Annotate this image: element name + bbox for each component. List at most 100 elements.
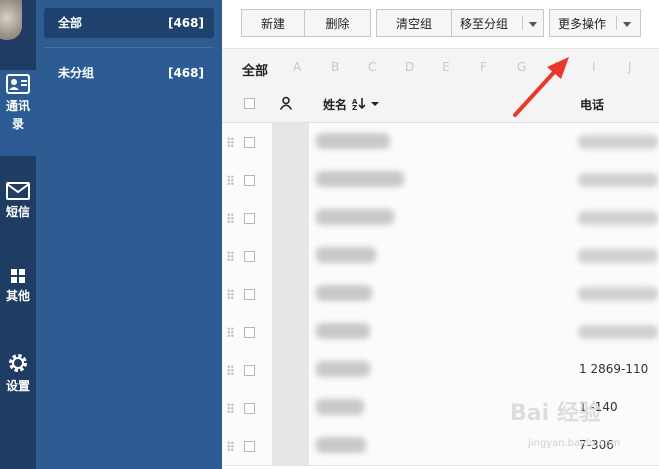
alpha-letter[interactable]: J — [628, 60, 632, 74]
nav-sms-label: 短信 — [5, 205, 30, 219]
contact-avatar — [272, 351, 309, 389]
redacted-name — [316, 247, 376, 263]
toolbar: 新建 删除 清空组 移至分组 更多操作 — [222, 0, 659, 48]
redacted-name — [316, 399, 364, 415]
group-panel: 全部 [468] 未分组 [468] — [36, 0, 222, 469]
watermark-logo: Bai 经验 — [510, 401, 601, 426]
nav-settings-label: 设置 — [5, 379, 30, 393]
redacted-name — [316, 171, 404, 187]
nav-contacts[interactable]: 通讯录 — [0, 70, 36, 156]
drag-handle-icon[interactable] — [227, 175, 234, 185]
alphabet-filter-bar: 全部 A B C D E F G H I J — [222, 48, 659, 87]
nav-settings[interactable]: 设置 — [0, 352, 36, 395]
move-to-group-label: 移至分组 — [460, 17, 509, 31]
contact-avatar — [272, 123, 309, 161]
contact-avatar — [272, 313, 309, 351]
contact-row[interactable] — [222, 237, 659, 276]
address-book-icon — [6, 74, 30, 94]
user-avatar[interactable] — [0, 0, 22, 40]
redacted-name — [316, 437, 366, 453]
alpha-letter[interactable]: E — [442, 60, 450, 74]
nav-other-label: 其他 — [5, 289, 30, 303]
alpha-letter[interactable]: A — [293, 60, 301, 74]
dropdown-divider — [616, 16, 617, 30]
redacted-phone — [578, 211, 658, 225]
redacted-phone — [578, 325, 658, 339]
alpha-filter-all[interactable]: 全部 — [242, 60, 268, 79]
watermark-url: jingyan.baidu.com — [528, 438, 621, 449]
clear-group-button[interactable]: 清空组 — [376, 9, 452, 37]
drag-handle-icon[interactable] — [227, 251, 234, 261]
name-column-header[interactable]: 姓名 — [323, 96, 347, 113]
group-divider — [44, 47, 214, 48]
phone-column-header[interactable]: 电话 — [580, 96, 604, 113]
redacted-name — [316, 323, 370, 339]
group-item-ungrouped[interactable]: 未分组 [468] — [44, 58, 214, 88]
grid-icon — [11, 269, 25, 283]
delete-button[interactable]: 删除 — [305, 9, 371, 37]
redacted-phone — [578, 249, 658, 263]
group-item-all[interactable]: 全部 [468] — [44, 8, 214, 38]
row-checkbox[interactable] — [244, 251, 255, 262]
drag-handle-icon[interactable] — [227, 213, 234, 223]
alpha-letter[interactable]: C — [368, 60, 376, 74]
row-checkbox[interactable] — [244, 175, 255, 186]
row-checkbox[interactable] — [244, 289, 255, 300]
contact-avatar — [272, 427, 309, 465]
contact-row[interactable] — [222, 275, 659, 314]
row-checkbox[interactable] — [244, 327, 255, 338]
new-contact-button[interactable]: 新建 — [241, 9, 305, 37]
redacted-phone — [578, 173, 658, 187]
group-count: [468] — [167, 16, 204, 30]
drag-handle-icon[interactable] — [227, 289, 234, 299]
annotation-arrow-icon — [513, 57, 569, 117]
alpha-letter[interactable]: B — [331, 60, 339, 74]
more-actions-dropdown[interactable]: 更多操作 — [549, 9, 641, 37]
drag-handle-icon[interactable] — [227, 137, 234, 147]
contact-avatar — [272, 237, 309, 275]
table-header: 姓名 A Z 电话 — [222, 86, 659, 123]
contact-avatar — [272, 389, 309, 427]
alpha-letter[interactable]: I — [592, 60, 596, 74]
row-checkbox[interactable] — [244, 137, 255, 148]
envelope-icon — [6, 182, 30, 200]
select-all-checkbox[interactable] — [244, 98, 255, 109]
row-checkbox[interactable] — [244, 213, 255, 224]
row-checkbox[interactable] — [244, 365, 255, 376]
alpha-letter[interactable]: D — [405, 60, 414, 74]
contact-row[interactable] — [222, 199, 659, 238]
group-count: [468] — [167, 66, 204, 80]
drag-handle-icon[interactable] — [227, 365, 234, 375]
redacted-name — [316, 133, 390, 149]
row-checkbox[interactable] — [244, 441, 255, 452]
svg-text:Z: Z — [352, 104, 357, 110]
contact-avatar — [272, 199, 309, 237]
nav-sms[interactable]: 短信 — [0, 182, 36, 221]
group-name: 全部 — [58, 16, 83, 30]
contact-avatar — [272, 275, 309, 313]
contact-row[interactable] — [222, 123, 659, 162]
contact-avatar — [272, 161, 309, 199]
drag-handle-icon[interactable] — [227, 327, 234, 337]
redacted-phone — [578, 287, 658, 301]
drag-handle-icon[interactable] — [227, 441, 234, 451]
contact-row[interactable] — [222, 161, 659, 200]
contact-row[interactable]: 1 2869-110 — [222, 351, 659, 390]
move-to-group-dropdown[interactable]: 移至分组 — [452, 9, 544, 37]
person-icon — [279, 96, 293, 110]
redacted-name — [316, 361, 370, 377]
contact-row[interactable] — [222, 313, 659, 352]
redacted-name — [316, 209, 394, 225]
dropdown-divider — [522, 16, 523, 30]
gear-icon — [9, 354, 27, 372]
alpha-letter[interactable]: F — [480, 60, 487, 74]
redacted-phone — [578, 135, 658, 149]
nav-other[interactable]: 其他 — [0, 268, 36, 305]
nav-contacts-label: 通讯录 — [5, 99, 30, 131]
contact-phone: 1 2869-110 — [579, 362, 649, 376]
app-nav-rail: 通讯录 短信 其他 设置 — [0, 0, 36, 469]
row-checkbox[interactable] — [244, 403, 255, 414]
drag-handle-icon[interactable] — [227, 403, 234, 413]
sort-az-icon[interactable]: A Z — [352, 96, 380, 110]
chevron-down-icon — [529, 22, 537, 27]
